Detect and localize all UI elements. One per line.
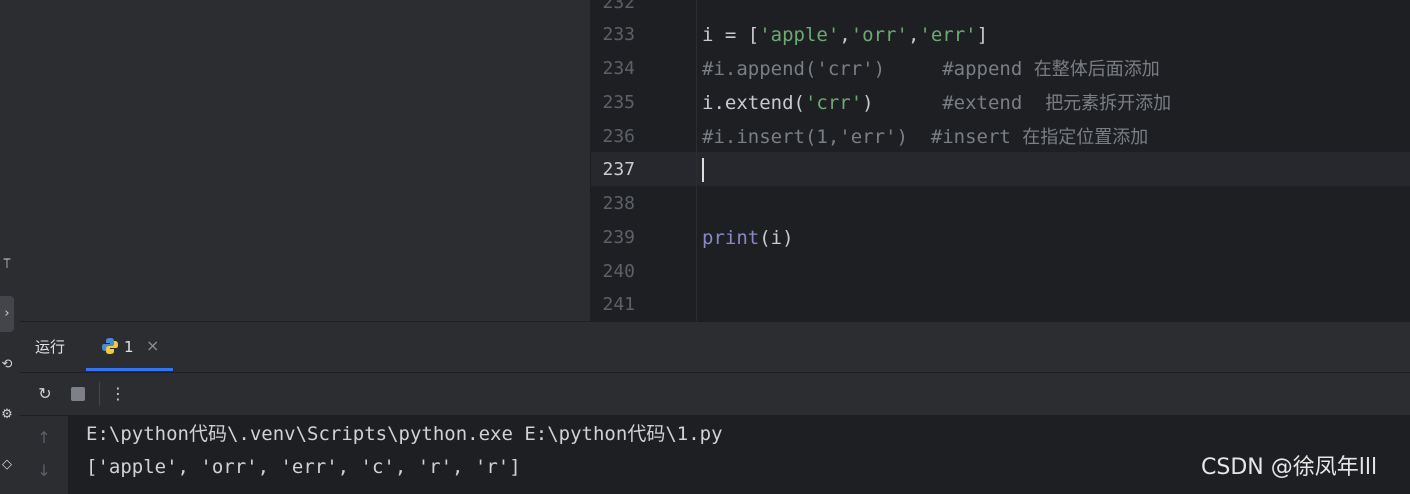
close-icon[interactable]: ×	[146, 336, 159, 356]
run-panel-header	[20, 322, 1410, 373]
rerun-icon[interactable]: ↻	[34, 383, 56, 405]
code-line: print(i)	[702, 227, 794, 249]
project-panel	[20, 0, 591, 321]
line-number: 232	[602, 0, 635, 13]
console-line: E:\python代码\.venv\Scripts\python.exe E:\…	[86, 423, 723, 445]
gutter-separator	[696, 0, 697, 321]
line-number: 239	[602, 227, 635, 248]
code-line: #i.append('crr') #append 在整体后面添加	[702, 58, 1160, 80]
history-icon[interactable]: ⟲	[0, 356, 14, 374]
toolbar-separator	[99, 382, 100, 406]
code-line: i.extend('crr') #extend 把元素拆开添加	[702, 92, 1172, 114]
arrow-up-icon[interactable]: ↑	[34, 428, 54, 448]
services-icon[interactable]: ⚙	[0, 406, 14, 424]
problems-icon[interactable]: ◇	[0, 456, 14, 474]
line-number: 236	[602, 126, 635, 147]
structure-icon[interactable]: ⟙	[0, 256, 14, 274]
line-number: 235	[602, 92, 635, 113]
run-tab-label: 1	[124, 338, 134, 356]
line-number: 241	[602, 294, 635, 315]
python-icon	[102, 338, 118, 354]
current-line-highlight	[591, 152, 1410, 186]
arrow-down-icon[interactable]: ↓	[34, 461, 54, 481]
line-number: 238	[602, 193, 635, 214]
run-toolbar	[20, 373, 1410, 416]
active-tab-indicator	[86, 368, 173, 371]
code-line: #i.insert(1,'err') #insert 在指定位置添加	[702, 126, 1149, 148]
line-number: 240	[602, 261, 635, 282]
console-line: ['apple', 'orr', 'err', 'c', 'r', 'r']	[86, 456, 521, 478]
code-line: i = ['apple','orr','err']	[702, 24, 989, 46]
line-number-current: 237	[602, 159, 635, 180]
run-tool-icon[interactable]: ›	[0, 305, 14, 323]
stop-icon[interactable]	[71, 387, 85, 401]
line-number: 233	[602, 24, 635, 45]
run-panel-title: 运行	[35, 338, 66, 356]
text-caret	[702, 158, 704, 182]
line-number: 234	[602, 58, 635, 79]
watermark: CSDN @徐凤年lll	[1201, 455, 1378, 480]
more-options-icon[interactable]: ⋮	[107, 383, 129, 405]
